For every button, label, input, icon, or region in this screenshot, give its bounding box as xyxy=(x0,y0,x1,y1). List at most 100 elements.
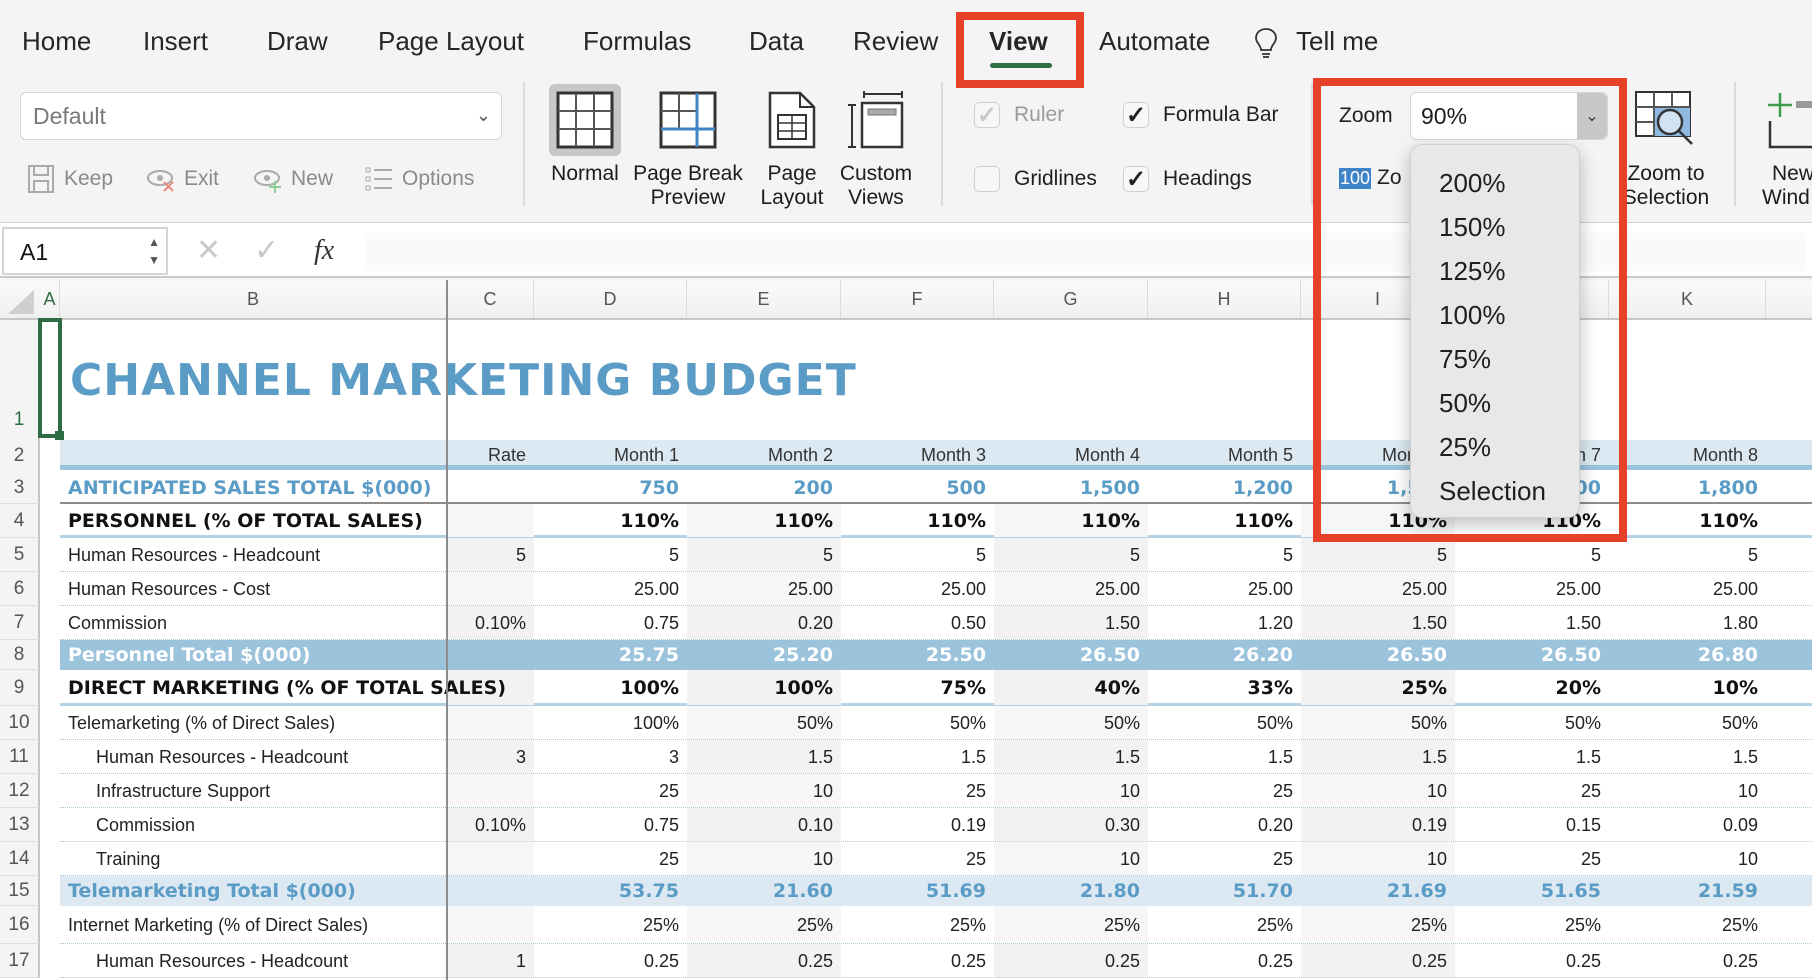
zoom-option[interactable]: 25% xyxy=(1411,425,1579,469)
enter-check-icon[interactable]: ✓ xyxy=(254,233,279,268)
value-cell[interactable]: 25% xyxy=(1301,670,1455,706)
value-cell[interactable]: 0.25 xyxy=(841,944,994,978)
value-cell[interactable]: 110% xyxy=(1609,504,1766,538)
value-cell[interactable]: 25.50 xyxy=(841,640,994,670)
tab-view[interactable]: View xyxy=(989,26,1048,57)
column-header-a[interactable]: A xyxy=(40,280,60,318)
value-cell[interactable]: 25.00 xyxy=(994,572,1148,606)
insert-function-icon[interactable]: fx xyxy=(314,235,334,267)
rate-header[interactable]: Rate xyxy=(447,440,534,470)
value-cell[interactable]: 0.25 xyxy=(534,944,687,978)
value-cell[interactable]: 5 xyxy=(534,538,687,572)
value-cell[interactable]: 0.09 xyxy=(1609,808,1766,842)
value-cell[interactable]: 10 xyxy=(994,774,1148,808)
value-cell[interactable]: 1.20 xyxy=(1148,606,1301,640)
row-header-8[interactable]: 8 xyxy=(0,640,40,670)
row-label[interactable]: Commission xyxy=(88,808,203,842)
value-cell[interactable]: 26.50 xyxy=(1455,640,1609,670)
value-cell[interactable]: 0.15 xyxy=(1455,808,1609,842)
value-cell[interactable]: 1,800 xyxy=(1609,472,1766,504)
row-label[interactable]: Personnel Total $(000) xyxy=(60,640,318,670)
value-cell[interactable]: 10 xyxy=(1609,842,1766,876)
value-cell[interactable]: 25% xyxy=(1609,906,1766,944)
row-label[interactable]: Training xyxy=(88,842,168,876)
value-cell[interactable]: 5 xyxy=(1609,538,1766,572)
value-cell[interactable]: 1.5 xyxy=(1148,740,1301,774)
value-cell[interactable]: 0.25 xyxy=(1148,944,1301,978)
value-cell[interactable]: 25.00 xyxy=(1148,572,1301,606)
value-cell[interactable]: 25.00 xyxy=(1609,572,1766,606)
tab-page-layout[interactable]: Page Layout xyxy=(378,26,524,57)
value-cell[interactable]: 5 xyxy=(1301,538,1455,572)
rate-cell[interactable]: 1 xyxy=(447,944,534,978)
value-cell[interactable]: 50% xyxy=(994,706,1148,740)
cancel-icon[interactable]: ✕ xyxy=(196,233,221,268)
value-cell[interactable]: 25 xyxy=(841,842,994,876)
value-cell[interactable]: 0.10 xyxy=(687,808,841,842)
row-label[interactable]: PERSONNEL (% OF TOTAL SALES) xyxy=(60,504,431,538)
value-cell[interactable]: 50% xyxy=(841,706,994,740)
value-cell[interactable]: 10 xyxy=(994,842,1148,876)
value-cell[interactable]: 25.75 xyxy=(534,640,687,670)
zoom-option[interactable]: 75% xyxy=(1411,337,1579,381)
row-header-13[interactable]: 13 xyxy=(0,808,40,842)
column-header-f[interactable]: F xyxy=(841,280,994,318)
value-cell[interactable]: 5 xyxy=(1455,538,1609,572)
row-header-5[interactable]: 5 xyxy=(0,538,40,572)
value-cell[interactable]: 100% xyxy=(534,706,687,740)
value-cell[interactable]: 5 xyxy=(841,538,994,572)
zoom-combobox[interactable]: 90% ⌄ xyxy=(1410,92,1608,140)
ruler-checkbox[interactable]: ✓ Ruler xyxy=(974,102,1064,129)
row-header-4[interactable]: 4 xyxy=(0,504,40,538)
value-cell[interactable]: 10 xyxy=(687,842,841,876)
new-sheet-view-button[interactable]: New xyxy=(253,164,333,194)
value-cell[interactable]: 5 xyxy=(994,538,1148,572)
value-cell[interactable]: 51.70 xyxy=(1148,876,1301,906)
column-header-e[interactable]: E xyxy=(687,280,841,318)
value-cell[interactable]: 21.80 xyxy=(994,876,1148,906)
value-cell[interactable]: 25.00 xyxy=(687,572,841,606)
tab-formulas[interactable]: Formulas xyxy=(583,26,691,57)
value-cell[interactable]: 200 xyxy=(687,472,841,504)
custom-views-button[interactable]: Custom Views xyxy=(835,80,917,210)
value-cell[interactable]: 25 xyxy=(534,842,687,876)
row-label[interactable]: Human Resources - Cost xyxy=(60,572,278,606)
value-cell[interactable]: 0.25 xyxy=(1609,944,1766,978)
value-cell[interactable]: 0.19 xyxy=(1301,808,1455,842)
month-header[interactable]: Month 3 xyxy=(841,440,994,470)
value-cell[interactable]: 0.25 xyxy=(1455,944,1609,978)
value-cell[interactable]: 25.00 xyxy=(534,572,687,606)
value-cell[interactable]: 110% xyxy=(687,504,841,538)
name-box[interactable]: A1 ▲ ▼ xyxy=(2,227,168,275)
value-cell[interactable]: 0.30 xyxy=(994,808,1148,842)
spinner-arrows-icon[interactable]: ▲ ▼ xyxy=(148,233,160,269)
formula-bar-checkbox[interactable]: ✓ Formula Bar xyxy=(1123,102,1279,129)
keep-button[interactable]: Keep xyxy=(26,164,113,194)
value-cell[interactable]: 3 xyxy=(534,740,687,774)
value-cell[interactable]: 100% xyxy=(534,670,687,706)
rate-cell[interactable]: 0.10% xyxy=(447,606,534,640)
chevron-down-icon[interactable]: ⌄ xyxy=(1577,93,1607,139)
value-cell[interactable]: 0.19 xyxy=(841,808,994,842)
zoom-option[interactable]: 100% xyxy=(1411,293,1579,337)
row-header-6[interactable]: 6 xyxy=(0,572,40,606)
gridlines-checkbox[interactable]: Gridlines xyxy=(974,166,1097,192)
normal-view-button[interactable]: Normal xyxy=(545,80,625,186)
value-cell[interactable]: 1.80 xyxy=(1609,606,1766,640)
select-all-corner[interactable] xyxy=(8,290,34,314)
month-header[interactable]: Month 2 xyxy=(687,440,841,470)
value-cell[interactable]: 5 xyxy=(687,538,841,572)
row-header-10[interactable]: 10 xyxy=(0,706,40,740)
value-cell[interactable]: 26.20 xyxy=(1148,640,1301,670)
row-header-11[interactable]: 11 xyxy=(0,740,40,774)
new-window-button[interactable]: New Wind xyxy=(1752,80,1812,210)
value-cell[interactable]: 500 xyxy=(841,472,994,504)
row-header-2[interactable]: 2 xyxy=(0,440,40,472)
value-cell[interactable]: 21.59 xyxy=(1609,876,1766,906)
value-cell[interactable]: 10 xyxy=(1609,774,1766,808)
page-layout-view-button[interactable]: Page Layout xyxy=(754,80,830,210)
value-cell[interactable]: 100% xyxy=(687,670,841,706)
row-header-1[interactable]: 1 xyxy=(0,320,40,440)
fill-handle[interactable] xyxy=(55,431,64,440)
column-header-h[interactable]: H xyxy=(1148,280,1301,318)
